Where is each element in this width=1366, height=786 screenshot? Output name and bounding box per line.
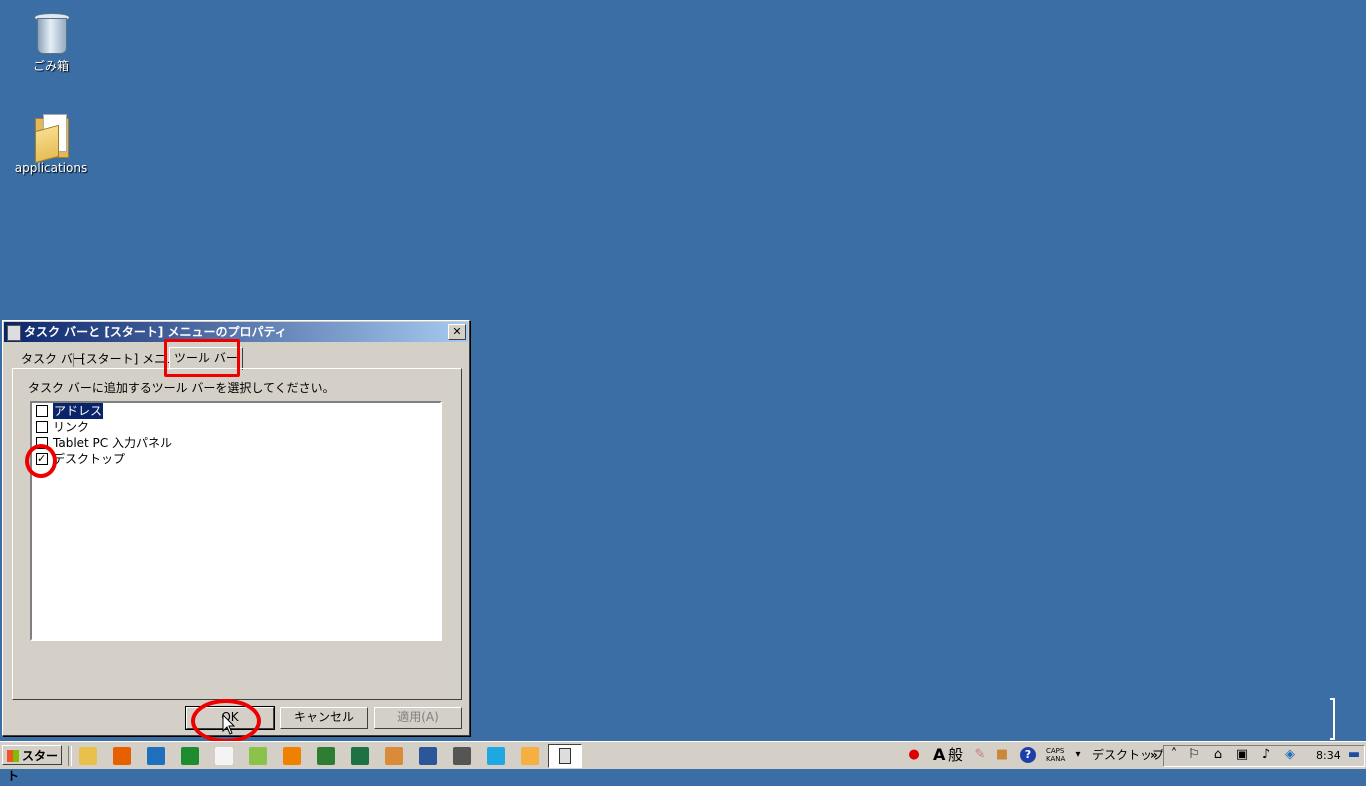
firefox-icon[interactable] bbox=[113, 747, 131, 765]
caps-kana-indicator: CAPS KANA bbox=[1046, 747, 1065, 763]
checkbox-links[interactable] bbox=[36, 421, 48, 433]
network-tray-icon[interactable]: ▣ bbox=[1234, 747, 1250, 763]
taskbar-properties-icon bbox=[7, 325, 21, 341]
cancel-button[interactable]: キャンセル bbox=[280, 707, 368, 729]
taskbar-properties-icon bbox=[559, 748, 571, 764]
notepad-icon[interactable] bbox=[215, 747, 233, 765]
virtualbox-icon[interactable] bbox=[453, 747, 471, 765]
edge-marker bbox=[1330, 698, 1335, 740]
ime-tool-icon[interactable]: ✎ bbox=[972, 747, 988, 763]
tab-panel-toolbars: タスク バーに追加するツール バーを選択してください。 アドレス リンク Tab… bbox=[12, 368, 462, 700]
close-button[interactable]: ✕ bbox=[448, 324, 466, 340]
list-item-label: デスクトップ bbox=[53, 452, 126, 466]
toolbar-list[interactable]: アドレス リンク Tablet PC 入力パネル デスクトップ bbox=[30, 401, 442, 641]
word-icon[interactable] bbox=[419, 747, 437, 765]
ime-mode-indicator[interactable]: A bbox=[933, 747, 945, 763]
tab-separator bbox=[73, 353, 74, 367]
show-hidden-icons-chevron-icon[interactable]: ˄ bbox=[1166, 747, 1182, 763]
taskbar-properties-dialog: タスク バーと [スタート] メニューのプロパティ ✕ タスク バー [スタート… bbox=[2, 320, 470, 736]
taskbar: スタート ● A 般 ✎ ■ ? CAPS KANA ▾ デスクトップ » ˄ … bbox=[0, 741, 1366, 783]
green-app-icon[interactable] bbox=[181, 747, 199, 765]
network-icon[interactable] bbox=[317, 747, 335, 765]
clock[interactable]: 8:34 bbox=[1316, 748, 1341, 764]
mouse-pointer-icon bbox=[222, 714, 236, 735]
list-item-label: リンク bbox=[53, 420, 90, 434]
ime-options-icon[interactable]: ▾ bbox=[1070, 747, 1086, 763]
usb-device-icon[interactable]: ⌂ bbox=[1210, 747, 1226, 763]
desktop-icon-label: ごみ箱 bbox=[32, 59, 69, 73]
ime-label[interactable]: 般 bbox=[948, 747, 963, 763]
excel-icon[interactable] bbox=[351, 747, 369, 765]
desktop-icon-recycle-bin[interactable]: ごみ箱 bbox=[11, 8, 91, 74]
explorer-icon[interactable] bbox=[79, 747, 97, 765]
help-icon[interactable]: ? bbox=[1020, 747, 1036, 763]
toolbar-chevron-icon[interactable]: » bbox=[1150, 747, 1158, 763]
show-desktop-icon[interactable]: ▬ bbox=[1346, 747, 1362, 763]
security-icon[interactable]: ◈ bbox=[1282, 747, 1298, 763]
checkbox-address[interactable] bbox=[36, 405, 48, 417]
media-icon[interactable] bbox=[487, 747, 505, 765]
taskbar-separator bbox=[68, 746, 72, 766]
calc-icon[interactable] bbox=[249, 747, 267, 765]
kana-label: KANA bbox=[1046, 755, 1066, 763]
flag-icon[interactable]: ⚐ bbox=[1186, 747, 1202, 763]
windows-logo-icon bbox=[7, 750, 19, 762]
highlight-toolbar-tab bbox=[164, 339, 240, 377]
highlight-desktop-checkbox bbox=[25, 444, 57, 478]
folder-icon bbox=[31, 112, 71, 164]
paint-icon[interactable] bbox=[521, 747, 539, 765]
instruction-text: タスク バーに追加するツール バーを選択してください。 bbox=[28, 381, 335, 395]
apply-button[interactable]: 適用(A) bbox=[374, 707, 462, 729]
package-icon[interactable] bbox=[385, 747, 403, 765]
desktop-icon-applications[interactable]: applications bbox=[11, 112, 91, 175]
volume-icon[interactable]: ♪ bbox=[1258, 747, 1274, 763]
taskbar-button-properties[interactable] bbox=[548, 744, 582, 768]
desktop-icon-label: applications bbox=[14, 161, 88, 175]
thunderbird-icon[interactable] bbox=[147, 747, 165, 765]
list-item-label: アドレス bbox=[53, 403, 104, 419]
dialog-title: タスク バーと [スタート] メニューのプロパティ bbox=[24, 325, 287, 339]
ime-dictionary-icon[interactable]: ■ bbox=[994, 747, 1010, 763]
tray-red-icon[interactable]: ● bbox=[906, 747, 922, 763]
start-button[interactable]: スタート bbox=[2, 745, 62, 783]
recycle-bin-icon bbox=[31, 8, 71, 54]
list-item-label: Tablet PC 入力パネル bbox=[53, 436, 172, 450]
notification-area: ˄ ⚐ ⌂ ▣ ♪ ◈ 8:34 ▬ bbox=[1163, 745, 1365, 767]
vlc-icon[interactable] bbox=[283, 747, 301, 765]
caps-label: CAPS bbox=[1046, 747, 1065, 755]
